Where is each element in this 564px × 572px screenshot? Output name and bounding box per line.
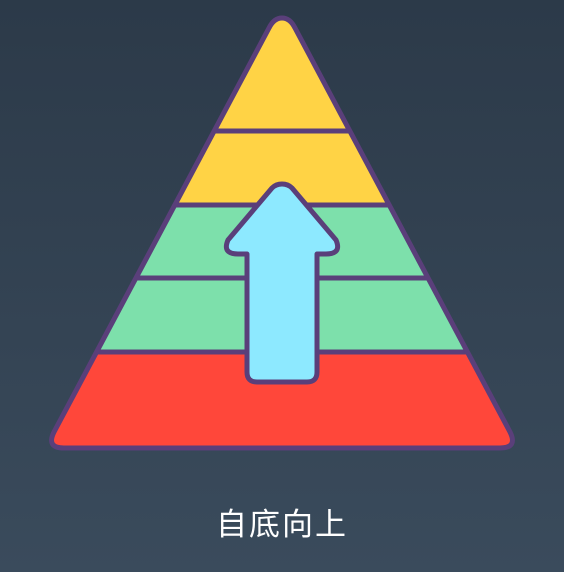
illustration: 自底向上 — [0, 0, 564, 572]
pyramid-tier-top — [51, 18, 513, 205]
pyramid-icon — [49, 15, 515, 451]
caption-text: 自底向上 — [216, 507, 348, 543]
